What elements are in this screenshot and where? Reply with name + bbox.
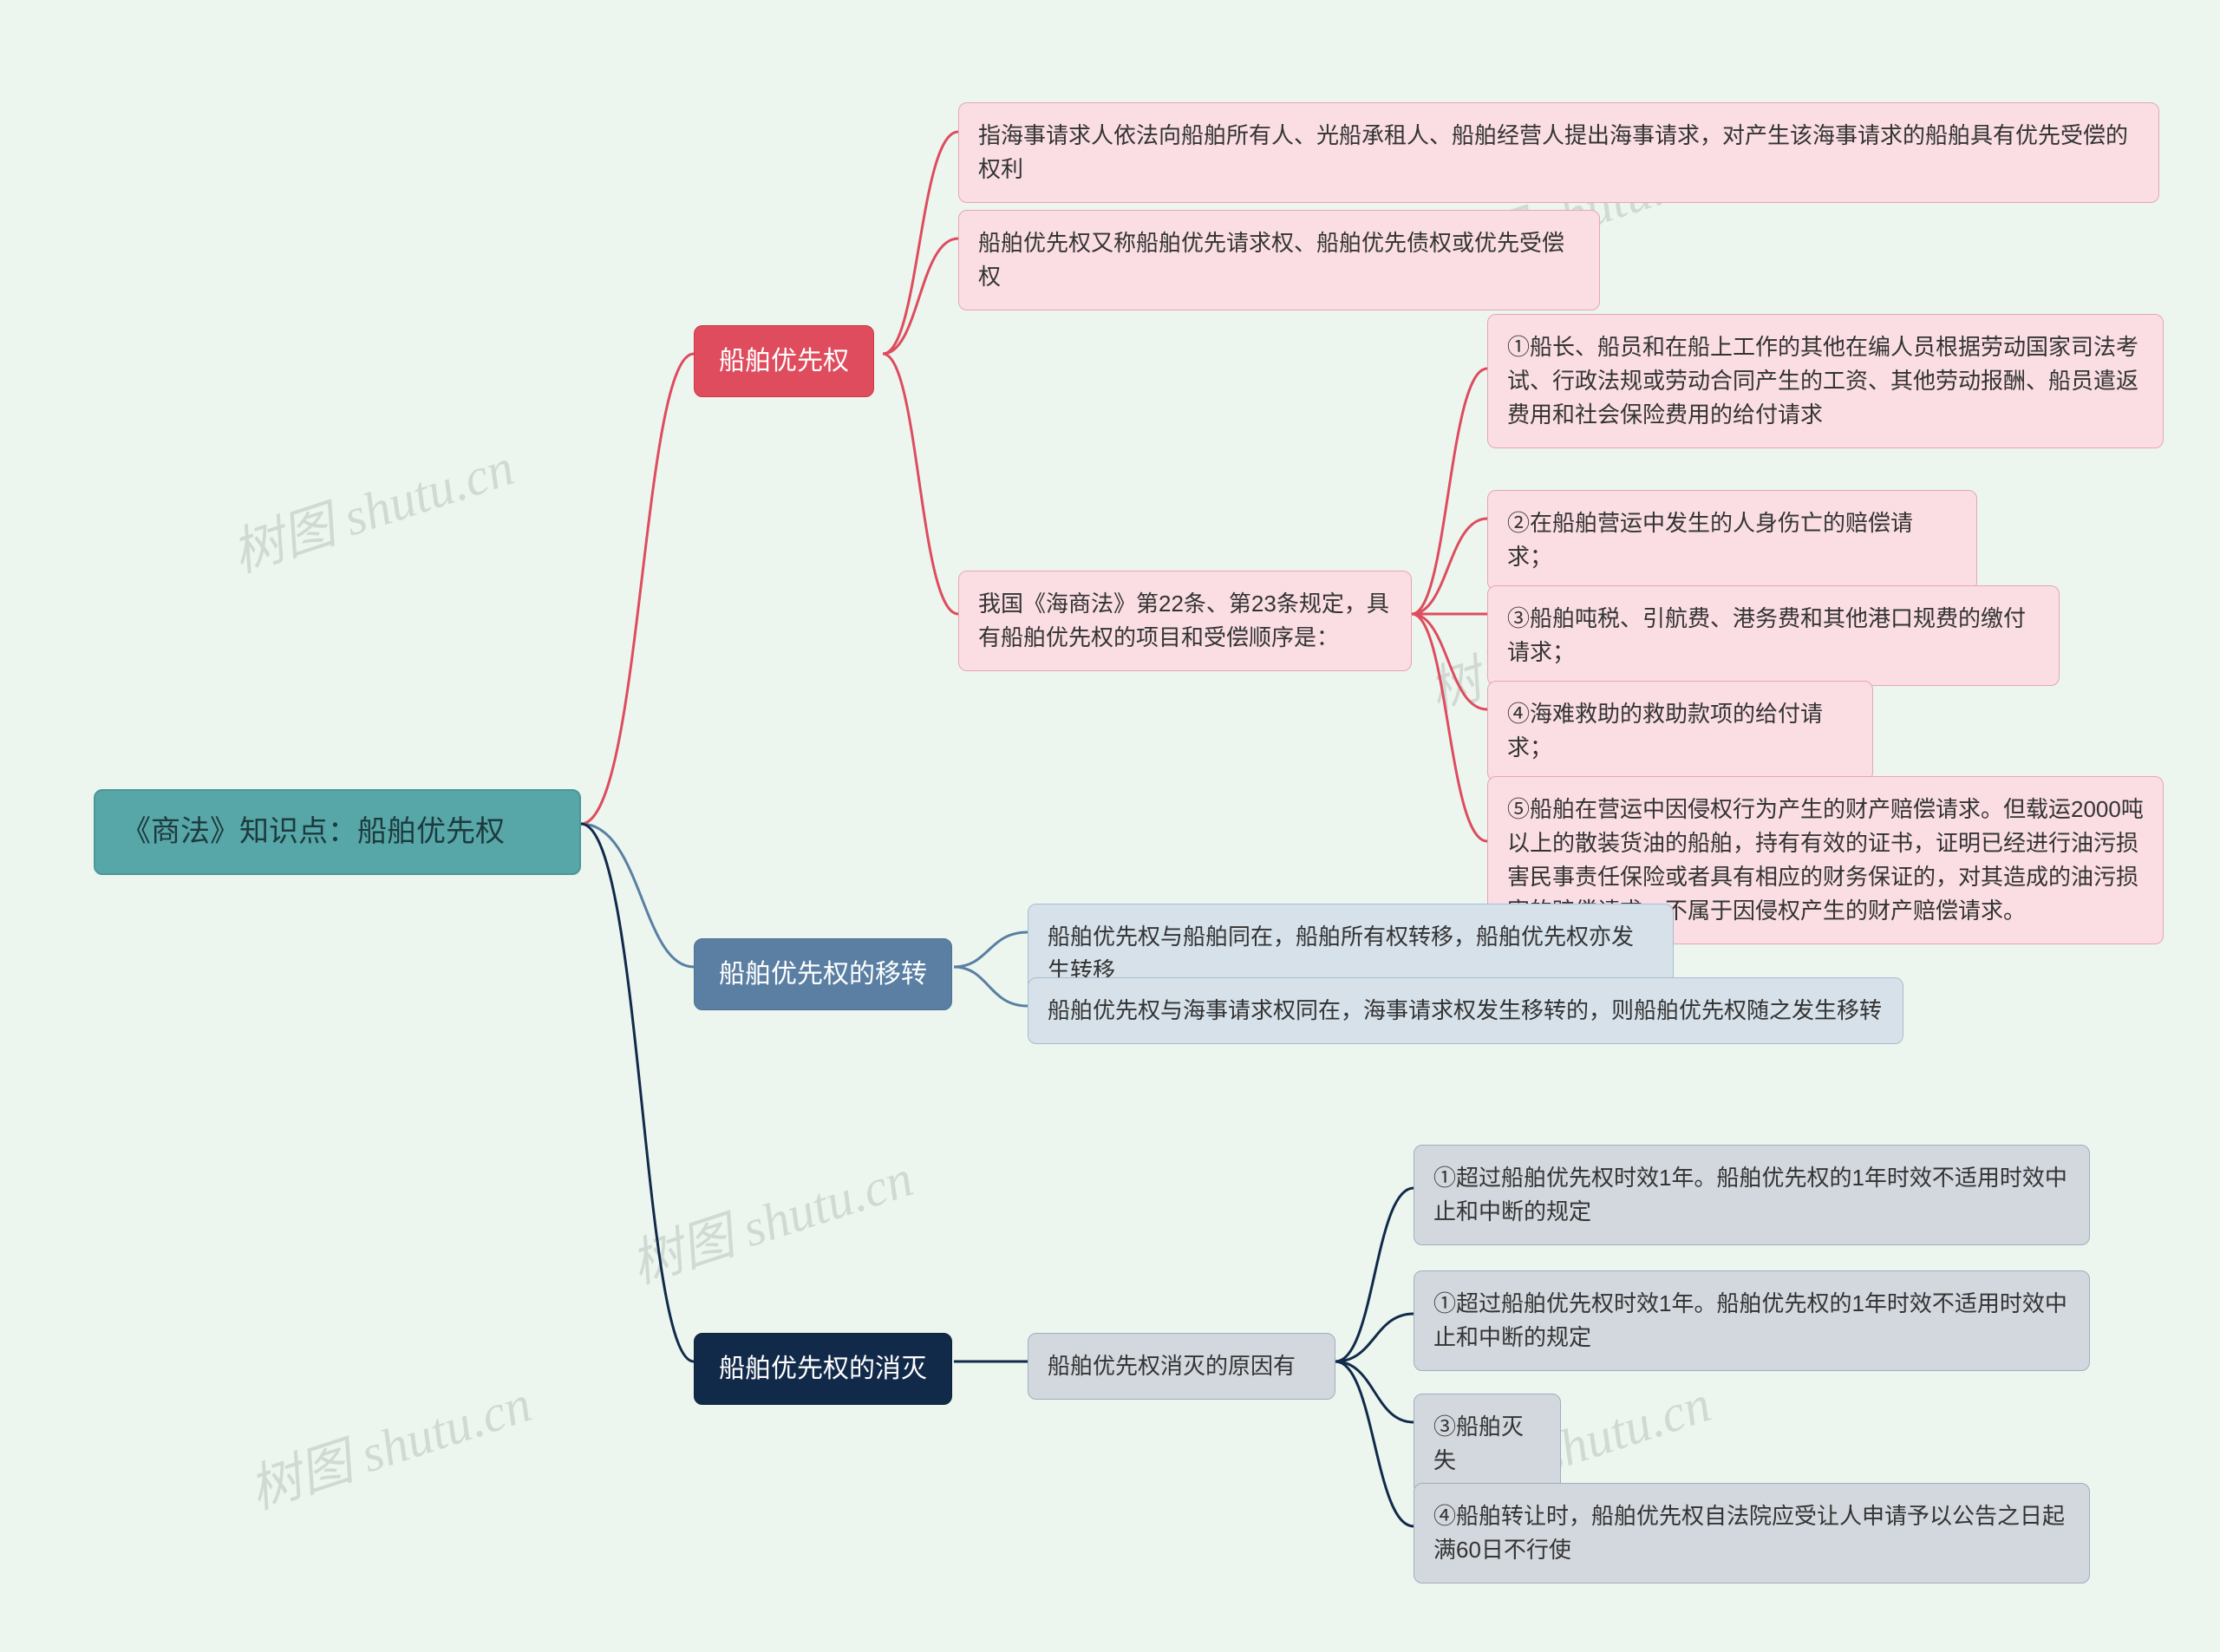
leaf-ext-3: ③船舶灭失 bbox=[1414, 1394, 1561, 1494]
leaf-definition: 指海事请求人依法向船舶所有人、光船承租人、船舶经营人提出海事请求，对产生该海事请… bbox=[958, 102, 2159, 203]
branch-extinction[interactable]: 船舶优先权的消灭 bbox=[694, 1333, 952, 1405]
leaf-item-4: ④海难救助的救助款项的给付请求； bbox=[1487, 681, 1873, 781]
watermark: 树图 shutu.cn bbox=[221, 425, 522, 587]
leaf-maritime-law-22-23: 我国《海商法》第22条、第23条规定，具有船舶优先权的项目和受偿顺序是： bbox=[958, 571, 1412, 671]
branch-ship-priority[interactable]: 船舶优先权 bbox=[694, 325, 874, 397]
leaf-ext-1: ①超过船舶优先权时效1年。船舶优先权的1年时效不适用时效中止和中断的规定 bbox=[1414, 1145, 2090, 1245]
leaf-transfer-2: 船舶优先权与海事请求权同在，海事请求权发生移转的，则船舶优先权随之发生移转 bbox=[1028, 977, 1903, 1044]
watermark: 树图 shutu.cn bbox=[238, 1361, 539, 1524]
leaf-extinction-reasons: 船舶优先权消灭的原因有 bbox=[1028, 1333, 1335, 1400]
leaf-ext-4: ④船舶转让时，船舶优先权自法院应受让人申请予以公告之日起满60日不行使 bbox=[1414, 1483, 2090, 1583]
branch-transfer[interactable]: 船舶优先权的移转 bbox=[694, 938, 952, 1010]
leaf-aliases: 船舶优先权又称船舶优先请求权、船舶优先债权或优先受偿权 bbox=[958, 210, 1600, 310]
leaf-item-1: ①船长、船员和在船上工作的其他在编人员根据劳动国家司法考试、行政法规或劳动合同产… bbox=[1487, 314, 2164, 448]
leaf-ext-2: ①超过船舶优先权时效1年。船舶优先权的1年时效不适用时效中止和中断的规定 bbox=[1414, 1270, 2090, 1371]
root-node[interactable]: 《商法》知识点：船舶优先权 bbox=[94, 789, 581, 875]
leaf-item-3: ③船舶吨税、引航费、港务费和其他港口规费的缴付请求； bbox=[1487, 585, 2060, 686]
watermark: 树图 shutu.cn bbox=[620, 1136, 921, 1298]
leaf-item-2: ②在船舶营运中发生的人身伤亡的赔偿请求； bbox=[1487, 490, 1977, 591]
